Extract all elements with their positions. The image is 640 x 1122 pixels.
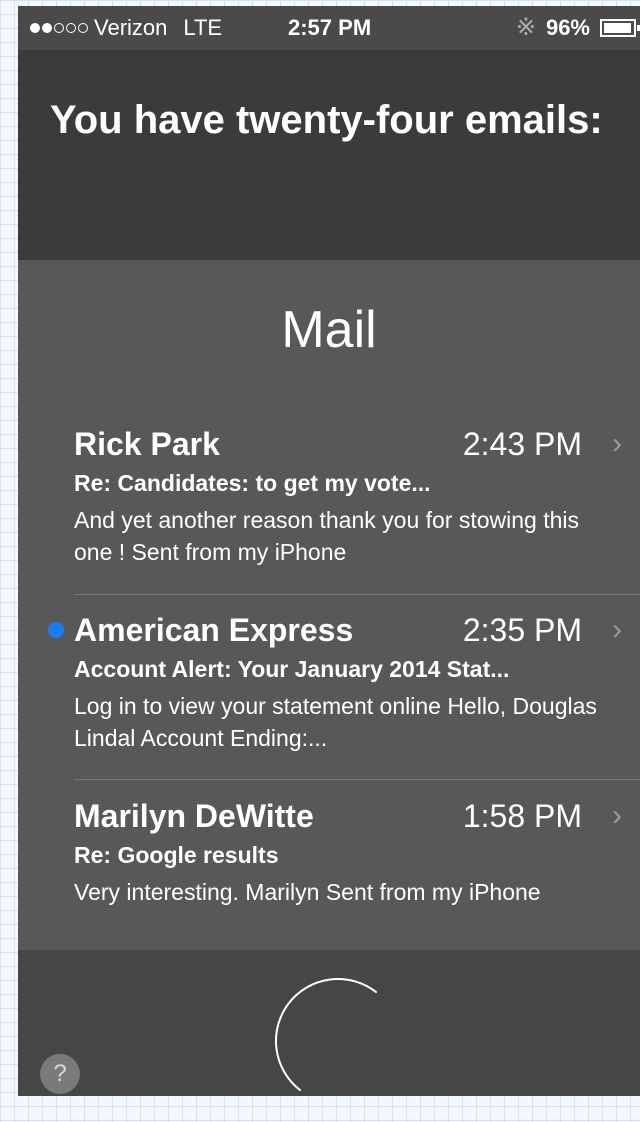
signal-dot [66,23,76,33]
battery-fill [604,23,631,33]
carrier-group: Verizon LTE [30,6,222,50]
chevron-right-icon: › [612,799,622,832]
status-right: ※ 96% [515,6,640,50]
status-time: 2:57 PM [288,15,372,40]
email-sender: American Express [74,612,354,648]
email-time: 2:35 PM [462,612,582,648]
email-preview: And yet another reason thank you for sto… [74,507,580,565]
mail-card: Mail Rick Park 2:43 PM › Re: Candidates:… [18,260,640,950]
battery-icon [600,19,640,37]
signal-strength-icon [30,23,88,33]
email-divider [74,779,640,780]
battery-percent: 96% [545,15,590,40]
mail-card-title: Mail [281,301,377,359]
siri-microphone-icon[interactable] [256,964,396,1096]
email-sender: Marilyn DeWitte [74,798,314,834]
email-subject: Re: Candidates: to get my vote... [74,470,431,496]
siri-screen: Verizon LTE 2:57 PM ※ 96% You have twent… [18,6,640,1096]
chevron-right-icon: › [612,427,622,460]
unread-indicator [48,622,64,638]
siri-response-text: You have twenty-four emails: [50,98,603,142]
help-button[interactable]: ? [40,1054,80,1094]
email-preview: Log in to view your statement online Hel… [74,693,597,751]
email-subject: Account Alert: Your January 2014 Stat... [74,656,510,682]
siri-bottom-bar: ? [18,950,640,1096]
email-time: 2:43 PM [462,426,582,462]
chevron-right-icon: › [612,613,622,646]
signal-dot [54,23,64,33]
email-time: 1:58 PM [462,798,582,834]
signal-dot [30,23,40,33]
siri-response-area: You have twenty-four emails: [18,50,640,260]
email-subject: Re: Google results [74,842,279,868]
carrier-name: Verizon [94,15,168,40]
email-divider [74,594,640,595]
status-bar: Verizon LTE 2:57 PM ※ 96% [18,6,640,50]
bluetooth-icon: ※ [515,14,536,41]
email-preview: Very interesting. Marilyn Sent from my i… [74,879,541,905]
signal-dot [78,23,88,33]
email-sender: Rick Park [74,426,220,462]
network-type: LTE [183,15,223,40]
signal-dot [42,23,52,33]
